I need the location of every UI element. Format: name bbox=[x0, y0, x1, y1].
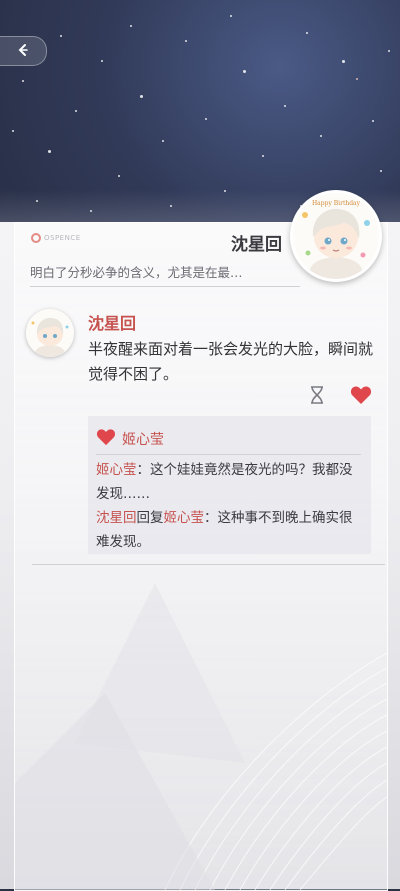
post-author-avatar[interactable] bbox=[26, 309, 74, 357]
comment-separator: ： bbox=[136, 462, 151, 478]
avatar-banner-text: Happy Birthday bbox=[312, 200, 361, 207]
post-text: 半夜醒来面对着一张会发光的大脸，瞬间就觉得不困了。 bbox=[88, 340, 374, 383]
heart-icon bbox=[96, 428, 116, 450]
brand-logo: OSPENCE bbox=[31, 233, 81, 243]
comment-author[interactable]: 沈星回 bbox=[96, 510, 137, 526]
liker-name[interactable]: 姬心莹 bbox=[122, 429, 164, 449]
post-author-name[interactable]: 沈星回 bbox=[88, 310, 136, 334]
comment-reply-to[interactable]: 姬心莹 bbox=[164, 510, 205, 526]
brand-logo-icon bbox=[31, 233, 41, 243]
header-divider bbox=[30, 286, 300, 287]
comment-item[interactable]: 沈星回回复姬心莹：这种事不到晚上确实很难发现。 bbox=[96, 506, 364, 554]
like-button[interactable] bbox=[350, 385, 372, 409]
post-divider bbox=[32, 564, 385, 565]
profile-summary: 明白了分秒必争的含义，尤其是在最… bbox=[30, 265, 243, 280]
page-title: 沈星回 bbox=[231, 235, 282, 255]
comment-author[interactable]: 姬心莹 bbox=[96, 462, 137, 478]
likes-comments-panel: 姬心莹 姬心莹：这个娃娃竟然是夜光的吗？我都没发现…… 沈星回回复姬心莹：这种事… bbox=[88, 416, 371, 554]
likes-divider bbox=[96, 454, 361, 455]
comment-reply-word: 回复 bbox=[136, 510, 164, 526]
comment-separator: ： bbox=[204, 510, 218, 526]
back-button[interactable] bbox=[0, 36, 47, 66]
likes-row: 姬心莹 bbox=[96, 428, 164, 450]
comments-list: 姬心莹：这个娃娃竟然是夜光的吗？我都没发现…… 沈星回回复姬心莹：这种事不到晚上… bbox=[96, 458, 364, 554]
profile-avatar[interactable]: Happy Birthday bbox=[290, 190, 382, 282]
chevron-left-icon bbox=[16, 42, 30, 61]
comment-item[interactable]: 姬心莹：这个娃娃竟然是夜光的吗？我都没发现…… bbox=[96, 458, 364, 506]
heart-icon bbox=[350, 386, 372, 409]
chibi-character-avatar: Happy Birthday bbox=[293, 193, 379, 279]
chibi-character-avatar-small bbox=[26, 309, 74, 357]
hourglass-icon[interactable] bbox=[309, 386, 325, 408]
brand-logo-text: OSPENCE bbox=[44, 234, 81, 242]
